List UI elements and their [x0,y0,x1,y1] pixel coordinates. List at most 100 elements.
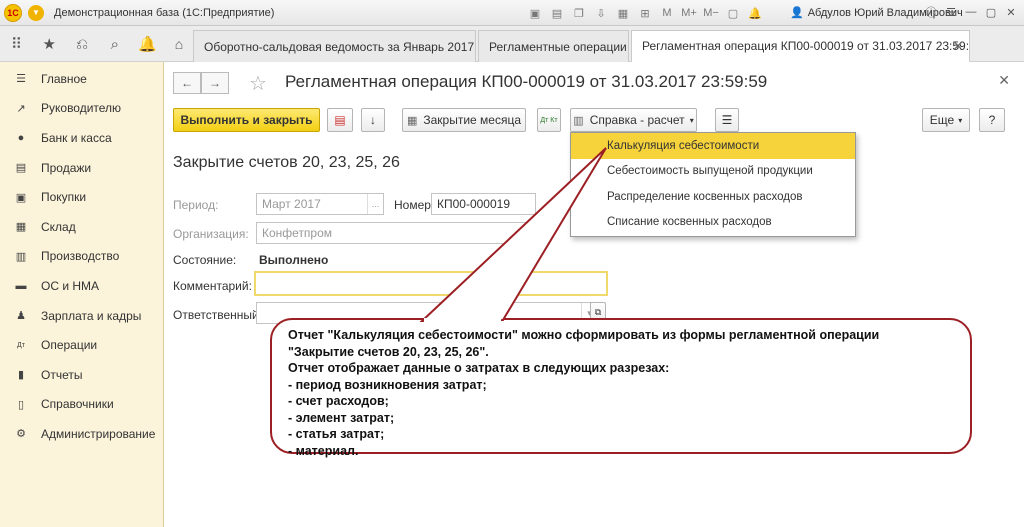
sidebar-item-sales[interactable]: ▤ Продажи [0,153,163,183]
list-button[interactable]: ☰ [715,108,739,132]
sidebar-item-bank[interactable]: ● Банк и касса [0,123,163,153]
notification-icon[interactable]: 🔔 [746,4,764,22]
sidebar-item-catalogs[interactable]: ▯ Справочники [0,390,163,420]
history-icon[interactable]: ⎌ [66,26,99,62]
sidebar-item-label: Зарплата и кадры [41,308,142,323]
tab-label: Оборотно-сальдовая ведомость за Январь 2… [204,39,476,54]
main-menu-button[interactable]: ▼ [28,4,44,21]
help-button[interactable]: ? [979,108,1005,132]
sidebar-item-warehouse[interactable]: ▦ Склад [0,212,163,242]
search-icon[interactable]: ⌕ [98,26,131,62]
save-icon[interactable]: ▣ [526,4,544,22]
callout-line: - материал. [288,443,359,458]
report-dropdown-menu: Калькуляция себестоимости Себестоимость … [570,132,856,237]
sidebar-item-label: Склад [41,219,76,234]
download-icon[interactable]: ⇩ [592,4,610,22]
comment-field[interactable] [254,271,608,296]
select-ellipsis-icon[interactable]: ... [367,194,383,214]
sidebar-item-label: Банк и касса [41,130,112,145]
organization-field[interactable]: Конфетпром [256,222,536,244]
sidebar-item-label: Справочники [41,397,114,412]
app-logo: 1С [4,3,22,22]
number-field[interactable]: КП00-000019 [431,193,536,215]
menu-item-indirect-writeoff[interactable]: Списание косвенных расходов [571,210,855,236]
home-icon[interactable]: ⌂ [166,26,192,62]
window-icon[interactable]: ▢ [724,4,742,22]
books-icon: ▯ [17,398,25,411]
dt-kt-icon: Дт [17,341,25,349]
sidebar-item-purchases[interactable]: ▣ Покупки [0,182,163,212]
calculator-icon[interactable]: ⊞ [636,4,654,22]
period-field[interactable]: Март 2017 ... [256,193,384,215]
sidebar-item-operations[interactable]: Дт Операции [0,330,163,360]
menu-item-cost-calculation[interactable]: Калькуляция себестоимости [571,133,855,159]
app-title: Демонстрационная база (1С:Предприятие) [54,6,275,19]
nav-buttons: ← → [173,72,229,94]
close-icon[interactable]: ✕ [1002,3,1020,21]
forward-button[interactable]: → [201,72,229,94]
chevron-down-icon: ▾ [689,115,694,125]
state-value: Выполнено [259,253,329,267]
comment-label: Комментарий: [173,279,252,293]
info-icon[interactable]: ⓘ [922,3,940,21]
favorites-star-icon[interactable]: ★ [33,26,66,62]
sidebar-item-salary[interactable]: ♟ Зарплата и кадры [0,301,163,331]
execute-close-button[interactable]: Выполнить и закрыть [173,108,320,132]
month-close-label: Закрытие месяца [423,113,522,127]
download-button[interactable]: ↓ [361,108,385,132]
period-label: Период: [173,198,219,212]
sidebar-item-label: Производство [41,249,120,264]
report-calc-button[interactable]: ▥ Справка - расчет ▾ [570,108,697,132]
memory-minus-icon[interactable]: M− [702,4,720,22]
sidebar-item-assets[interactable]: ▬ ОС и НМА [0,271,163,301]
tab-reglament-ops[interactable]: Регламентные операции [478,30,629,62]
callout-line: - статья затрат; [288,427,385,441]
back-button[interactable]: ← [173,72,201,94]
sidebar-item-admin[interactable]: ⚙ Администрирование [0,419,163,449]
memory-plus-icon[interactable]: M+ [680,4,698,22]
calendar-icon: ▦ [406,114,418,127]
more-button[interactable]: Еще ▾ [922,108,970,132]
tab-current-operation[interactable]: Регламентная операция КП00-000019 от 31.… [631,30,970,63]
number-label: Номер: [394,198,435,212]
sidebar-item-manager[interactable]: ↗ Руководителю [0,94,163,124]
report-chart-icon: ▥ [573,114,584,127]
dt-kt-button[interactable]: Дт Кт [537,108,561,132]
user-icon: 👤 [790,7,804,19]
sidebar-item-label: Операции [41,338,98,353]
menu-item-indirect-distribution[interactable]: Распределение косвенных расходов [571,184,855,210]
annotation-callout: Отчет "Калькуляция себестоимости" можно … [270,318,972,458]
list-icon: ☰ [721,113,733,127]
sidebar-item-main[interactable]: ☰ Главное [0,64,163,94]
more-label: Еще [929,113,955,127]
open-link-icon: ⧉ [594,306,602,317]
warehouse-icon: ▦ [15,221,27,234]
title-toolbar: ▣ ▤ ❐ ⇩ ▦ ⊞ M M+ M− ▢ 🔔 [526,4,764,22]
sidebar-item-label: ОС и НМА [41,278,100,293]
sidebar-item-production[interactable]: ▥ Производство [0,242,163,272]
sidebar-item-label: Продажи [41,160,92,175]
month-close-button[interactable]: ▦ Закрытие месяца [402,108,526,132]
tab-close-icon[interactable]: ✕ [953,39,963,53]
memory-m-icon[interactable]: M [658,4,676,22]
tab-osv[interactable]: Оборотно-сальдовая ведомость за Январь 2… [193,30,476,62]
sidebar-item-reports[interactable]: ▮ Отчеты [0,360,163,390]
favorite-star-icon[interactable]: ☆ [249,71,267,96]
chevron-down-icon: ▾ [958,115,963,125]
sections-grid-icon[interactable]: ⠿ [0,26,33,62]
form-close-icon[interactable]: ✕ [998,72,1010,89]
window-controls: ⓘ ☰ — ▢ ✕ [922,3,1020,21]
post-report-button[interactable]: ▤ [327,108,353,132]
settings-icon[interactable]: ☰ [942,3,960,21]
menu-item-product-cost[interactable]: Себестоимость выпущеной продукции [571,159,855,185]
copy-icon[interactable]: ❐ [570,4,588,22]
calendar-icon[interactable]: ▦ [614,4,632,22]
arrow-down-icon: ↓ [370,113,376,127]
bell-icon[interactable]: 🔔 [131,26,164,62]
minimize-icon[interactable]: — [962,3,980,21]
period-value: Март 2017 [262,197,321,211]
page-title: Регламентная операция КП00-000019 от 31.… [285,72,768,91]
sections-sidebar: ☰ Главное ↗ Руководителю ● Банк и касса ▤ Пр… [0,62,164,527]
maximize-icon[interactable]: ▢ [982,3,1000,21]
print-icon[interactable]: ▤ [548,4,566,22]
